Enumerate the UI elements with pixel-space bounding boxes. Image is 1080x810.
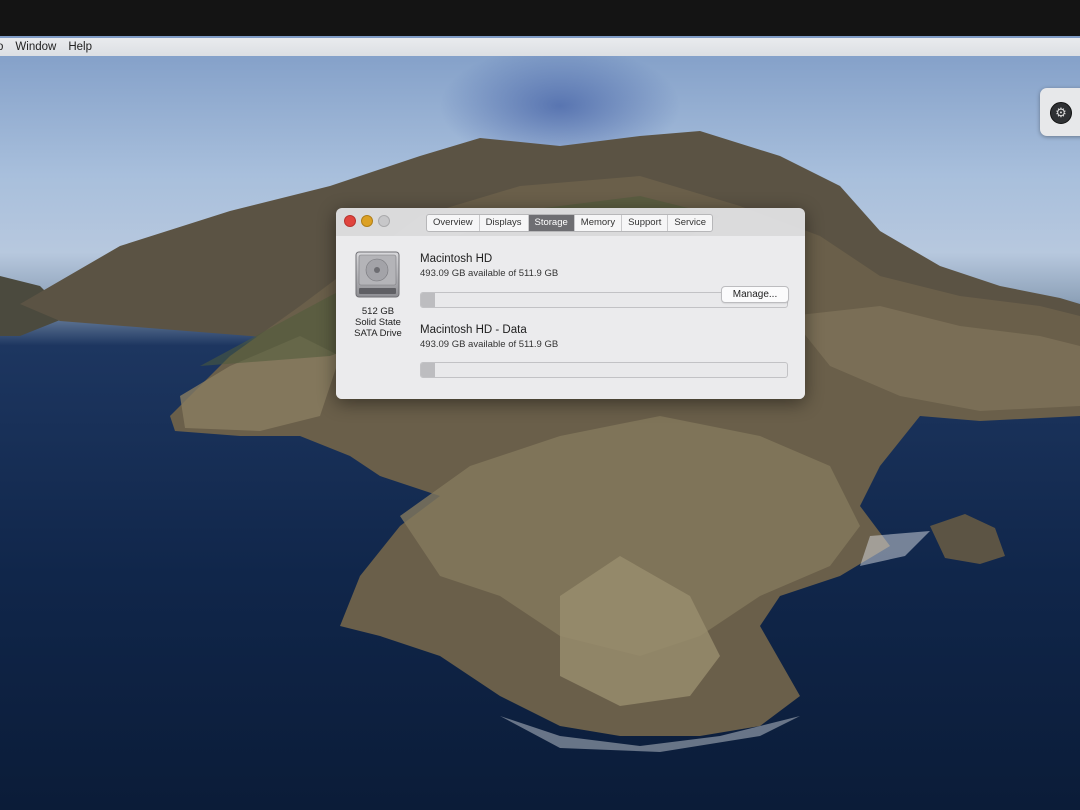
tab-service[interactable]: Service <box>667 215 712 231</box>
zoom-button[interactable] <box>378 215 390 227</box>
storage-usage-fill <box>421 363 435 377</box>
menu-item-window[interactable]: Window <box>9 41 62 53</box>
close-button[interactable] <box>344 215 356 227</box>
notification-banner[interactable]: ⚙ <box>1040 88 1080 136</box>
catalina-island-wallpaper <box>0 131 1080 752</box>
window-titlebar: Overview Displays Storage Memory Support… <box>336 208 805 236</box>
volume-available: 493.09 GB available of 511.9 GB <box>420 339 559 350</box>
tab-displays[interactable]: Displays <box>478 215 528 231</box>
disk-capacity: 512 GB <box>361 306 395 317</box>
system-preferences-icon: ⚙ <box>1050 102 1072 124</box>
disk-caption: 512 GB Solid State SATA Drive <box>342 306 414 339</box>
desktop-wallpaper <box>0 36 1080 810</box>
menu-item-app[interactable]: o <box>0 41 9 53</box>
tab-storage[interactable]: Storage <box>527 215 574 231</box>
minimize-button[interactable] <box>361 215 373 227</box>
volume-name: Macintosh HD <box>420 253 493 265</box>
disk-type: Solid State <box>355 317 401 328</box>
storage-usage-bar <box>420 362 788 378</box>
hard-drive-icon <box>355 251 400 298</box>
manage-button[interactable]: Manage... <box>721 286 789 303</box>
tab-support[interactable]: Support <box>621 215 667 231</box>
about-this-mac-window: Overview Displays Storage Memory Support… <box>336 208 805 399</box>
storage-usage-fill <box>421 293 435 307</box>
storage-pane: 512 GB Solid State SATA Drive Macintosh … <box>336 236 805 399</box>
volume-name: Macintosh HD - Data <box>420 324 527 336</box>
disk-interface: SATA Drive <box>354 328 402 339</box>
menu-bar: o Window Help <box>0 38 1080 56</box>
tab-bar: Overview Displays Storage Memory Support… <box>426 214 714 232</box>
tab-memory[interactable]: Memory <box>573 215 621 231</box>
volume-available: 493.09 GB available of 511.9 GB <box>420 268 559 279</box>
menu-item-help[interactable]: Help <box>62 41 98 53</box>
tab-overview[interactable]: Overview <box>427 215 479 231</box>
